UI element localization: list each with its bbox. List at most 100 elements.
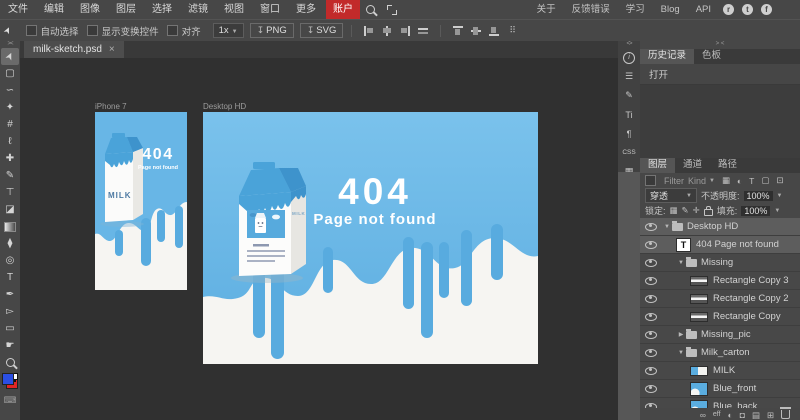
show-transform-checkbox[interactable] bbox=[87, 25, 98, 36]
tab-swatches[interactable]: 色板 bbox=[694, 49, 729, 64]
tab-history[interactable]: 历史记录 bbox=[640, 49, 694, 64]
filter-shape-icon[interactable]: ▢ bbox=[761, 175, 769, 186]
menu-view[interactable]: 视图 bbox=[216, 0, 252, 19]
lock-pixels-icon[interactable]: ✎ bbox=[682, 205, 689, 216]
fill-value[interactable]: 100% bbox=[741, 206, 770, 216]
visibility-toggle[interactable] bbox=[640, 295, 662, 303]
link-icon[interactable]: ∞ bbox=[700, 409, 706, 420]
facebook-icon[interactable]: f bbox=[761, 4, 772, 15]
info-icon[interactable]: i bbox=[618, 48, 640, 67]
align-top-icon[interactable] bbox=[453, 26, 463, 36]
twitter-icon[interactable]: t bbox=[742, 4, 753, 15]
canvas[interactable]: iPhone 7 MIL bbox=[20, 58, 618, 420]
layer-row-missing[interactable]: ▼ Missing bbox=[640, 254, 800, 272]
visibility-toggle[interactable] bbox=[640, 277, 662, 285]
dodge-tool[interactable]: ◎ bbox=[1, 252, 19, 269]
lock-position-icon[interactable]: ✛ bbox=[693, 205, 700, 216]
layer-row-milk-carton[interactable]: ▼ Milk_carton bbox=[640, 344, 800, 362]
new-layer-icon[interactable]: ⊞ bbox=[767, 409, 774, 420]
path-select-tool[interactable]: ▻ bbox=[1, 303, 19, 320]
opacity-value[interactable]: 100% bbox=[744, 191, 773, 201]
fill-dropdown-icon[interactable]: ▼ bbox=[774, 208, 780, 214]
layer-row-rectangle-copy[interactable]: Rectangle Copy bbox=[640, 308, 800, 326]
tab-channels[interactable]: 通道 bbox=[675, 158, 710, 173]
zoom-select[interactable]: 1x▼ bbox=[213, 23, 244, 38]
move-tool[interactable]: ➤ bbox=[1, 48, 19, 65]
gradient-tool[interactable] bbox=[1, 218, 19, 235]
pen-tool[interactable]: ✒ bbox=[1, 286, 19, 303]
zoom-tool[interactable] bbox=[1, 354, 19, 371]
distribute-h-icon[interactable] bbox=[418, 26, 428, 36]
quick-select-tool[interactable]: ✦ bbox=[1, 99, 19, 116]
menu-more[interactable]: 更多 bbox=[288, 0, 324, 19]
export-svg-button[interactable]: ↧ SVG bbox=[300, 23, 344, 38]
filter-type-icon[interactable]: T bbox=[749, 176, 754, 186]
menu-filter[interactable]: 滤镜 bbox=[180, 0, 216, 19]
adjustments-icon[interactable]: ◐ bbox=[728, 409, 733, 420]
history-entry-open[interactable]: 打开 bbox=[640, 64, 800, 85]
tab-layers[interactable]: 图层 bbox=[640, 158, 675, 173]
align-center-h-icon[interactable] bbox=[382, 26, 392, 36]
expand-toggle[interactable]: ▼ bbox=[676, 260, 686, 266]
eraser-tool[interactable]: ◪ bbox=[1, 201, 19, 218]
menu-image[interactable]: 图像 bbox=[72, 0, 108, 19]
link-blog[interactable]: Blog bbox=[655, 0, 686, 19]
account-button[interactable]: 账户 bbox=[326, 0, 360, 19]
artboard-iphone[interactable]: MILK 404 Page not found bbox=[95, 112, 187, 290]
expand-toggle[interactable]: ▼ bbox=[662, 224, 672, 230]
lock-all-icon[interactable] bbox=[704, 209, 713, 216]
filter-pixel-icon[interactable]: ▦ bbox=[722, 175, 730, 186]
link-learn[interactable]: 学习 bbox=[620, 0, 651, 19]
delete-layer-icon[interactable] bbox=[781, 410, 790, 419]
search-icon[interactable] bbox=[366, 5, 375, 14]
eyedropper-tool[interactable]: ℓ bbox=[1, 133, 19, 150]
healing-tool[interactable]: ✚ bbox=[1, 150, 19, 167]
expand-toggle[interactable]: ▶ bbox=[676, 331, 686, 338]
crop-tool[interactable]: # bbox=[1, 116, 19, 133]
document-tab[interactable]: milk-sketch.psd × bbox=[24, 40, 124, 58]
menu-edit[interactable]: 编辑 bbox=[36, 0, 72, 19]
type-tool[interactable]: T bbox=[1, 269, 19, 286]
shape-tool[interactable]: ▭ bbox=[1, 320, 19, 337]
auto-select-checkbox[interactable] bbox=[26, 25, 37, 36]
panel-collapse-icon[interactable]: > < bbox=[640, 40, 800, 49]
align-left-icon[interactable] bbox=[364, 26, 374, 36]
layer-row-milk[interactable]: MILK bbox=[640, 362, 800, 380]
menu-file[interactable]: 文件 bbox=[0, 0, 36, 19]
artboard-label-iphone[interactable]: iPhone 7 bbox=[95, 102, 127, 111]
visibility-toggle[interactable] bbox=[640, 259, 662, 267]
visibility-toggle[interactable] bbox=[640, 331, 662, 339]
keyboard-shortcuts-icon[interactable]: ⌨ bbox=[4, 395, 17, 406]
character-icon[interactable]: Ti bbox=[618, 105, 640, 124]
close-tab-icon[interactable]: × bbox=[109, 44, 115, 55]
filter-kind-select[interactable]: Kind▼ bbox=[688, 176, 715, 186]
visibility-toggle[interactable] bbox=[640, 223, 662, 231]
artboard-desktop[interactable]: MILK 404 Page not found bbox=[203, 112, 538, 364]
paragraph-icon[interactable]: ¶ bbox=[618, 124, 640, 143]
lock-transparency-icon[interactable]: ▦ bbox=[670, 205, 678, 216]
effects-icon[interactable]: eff bbox=[713, 409, 721, 420]
lasso-tool[interactable]: ∽ bbox=[1, 82, 19, 99]
layer-row-missing-pic[interactable]: ▶ Missing_pic bbox=[640, 326, 800, 344]
blur-tool[interactable]: ⧫ bbox=[1, 235, 19, 252]
properties-icon[interactable]: ☰ bbox=[618, 67, 640, 86]
hand-tool[interactable]: ☛ bbox=[1, 337, 19, 354]
filter-adjustment-icon[interactable]: ◐ bbox=[737, 176, 742, 186]
reddit-icon[interactable]: r bbox=[723, 4, 734, 15]
filter-checkbox[interactable] bbox=[645, 175, 656, 186]
more-align-options-icon[interactable]: ⠿ bbox=[509, 25, 517, 36]
clone-stamp-tool[interactable]: ⊤ bbox=[1, 184, 19, 201]
expand-toggle[interactable]: ▼ bbox=[676, 350, 686, 356]
visibility-toggle[interactable] bbox=[640, 367, 662, 375]
color-swatches[interactable] bbox=[2, 373, 18, 389]
toolbox-collapse-icon[interactable]: >< bbox=[7, 40, 12, 48]
artboard-label-desktop[interactable]: Desktop HD bbox=[203, 102, 246, 111]
layer-row-blue-front[interactable]: Blue_front bbox=[640, 380, 800, 398]
visibility-toggle[interactable] bbox=[640, 313, 662, 321]
visibility-toggle[interactable] bbox=[640, 349, 662, 357]
mask-icon[interactable]: ◘ bbox=[740, 409, 745, 420]
layer-row-rectangle-copy-2[interactable]: Rectangle Copy 2 bbox=[640, 290, 800, 308]
layer-row-blue-back[interactable]: Blue_back bbox=[640, 398, 800, 408]
layer-row-desktop-hd[interactable]: ▼ Desktop HD bbox=[640, 218, 800, 236]
layer-row-404-text[interactable]: T 404 Page not found bbox=[640, 236, 800, 254]
